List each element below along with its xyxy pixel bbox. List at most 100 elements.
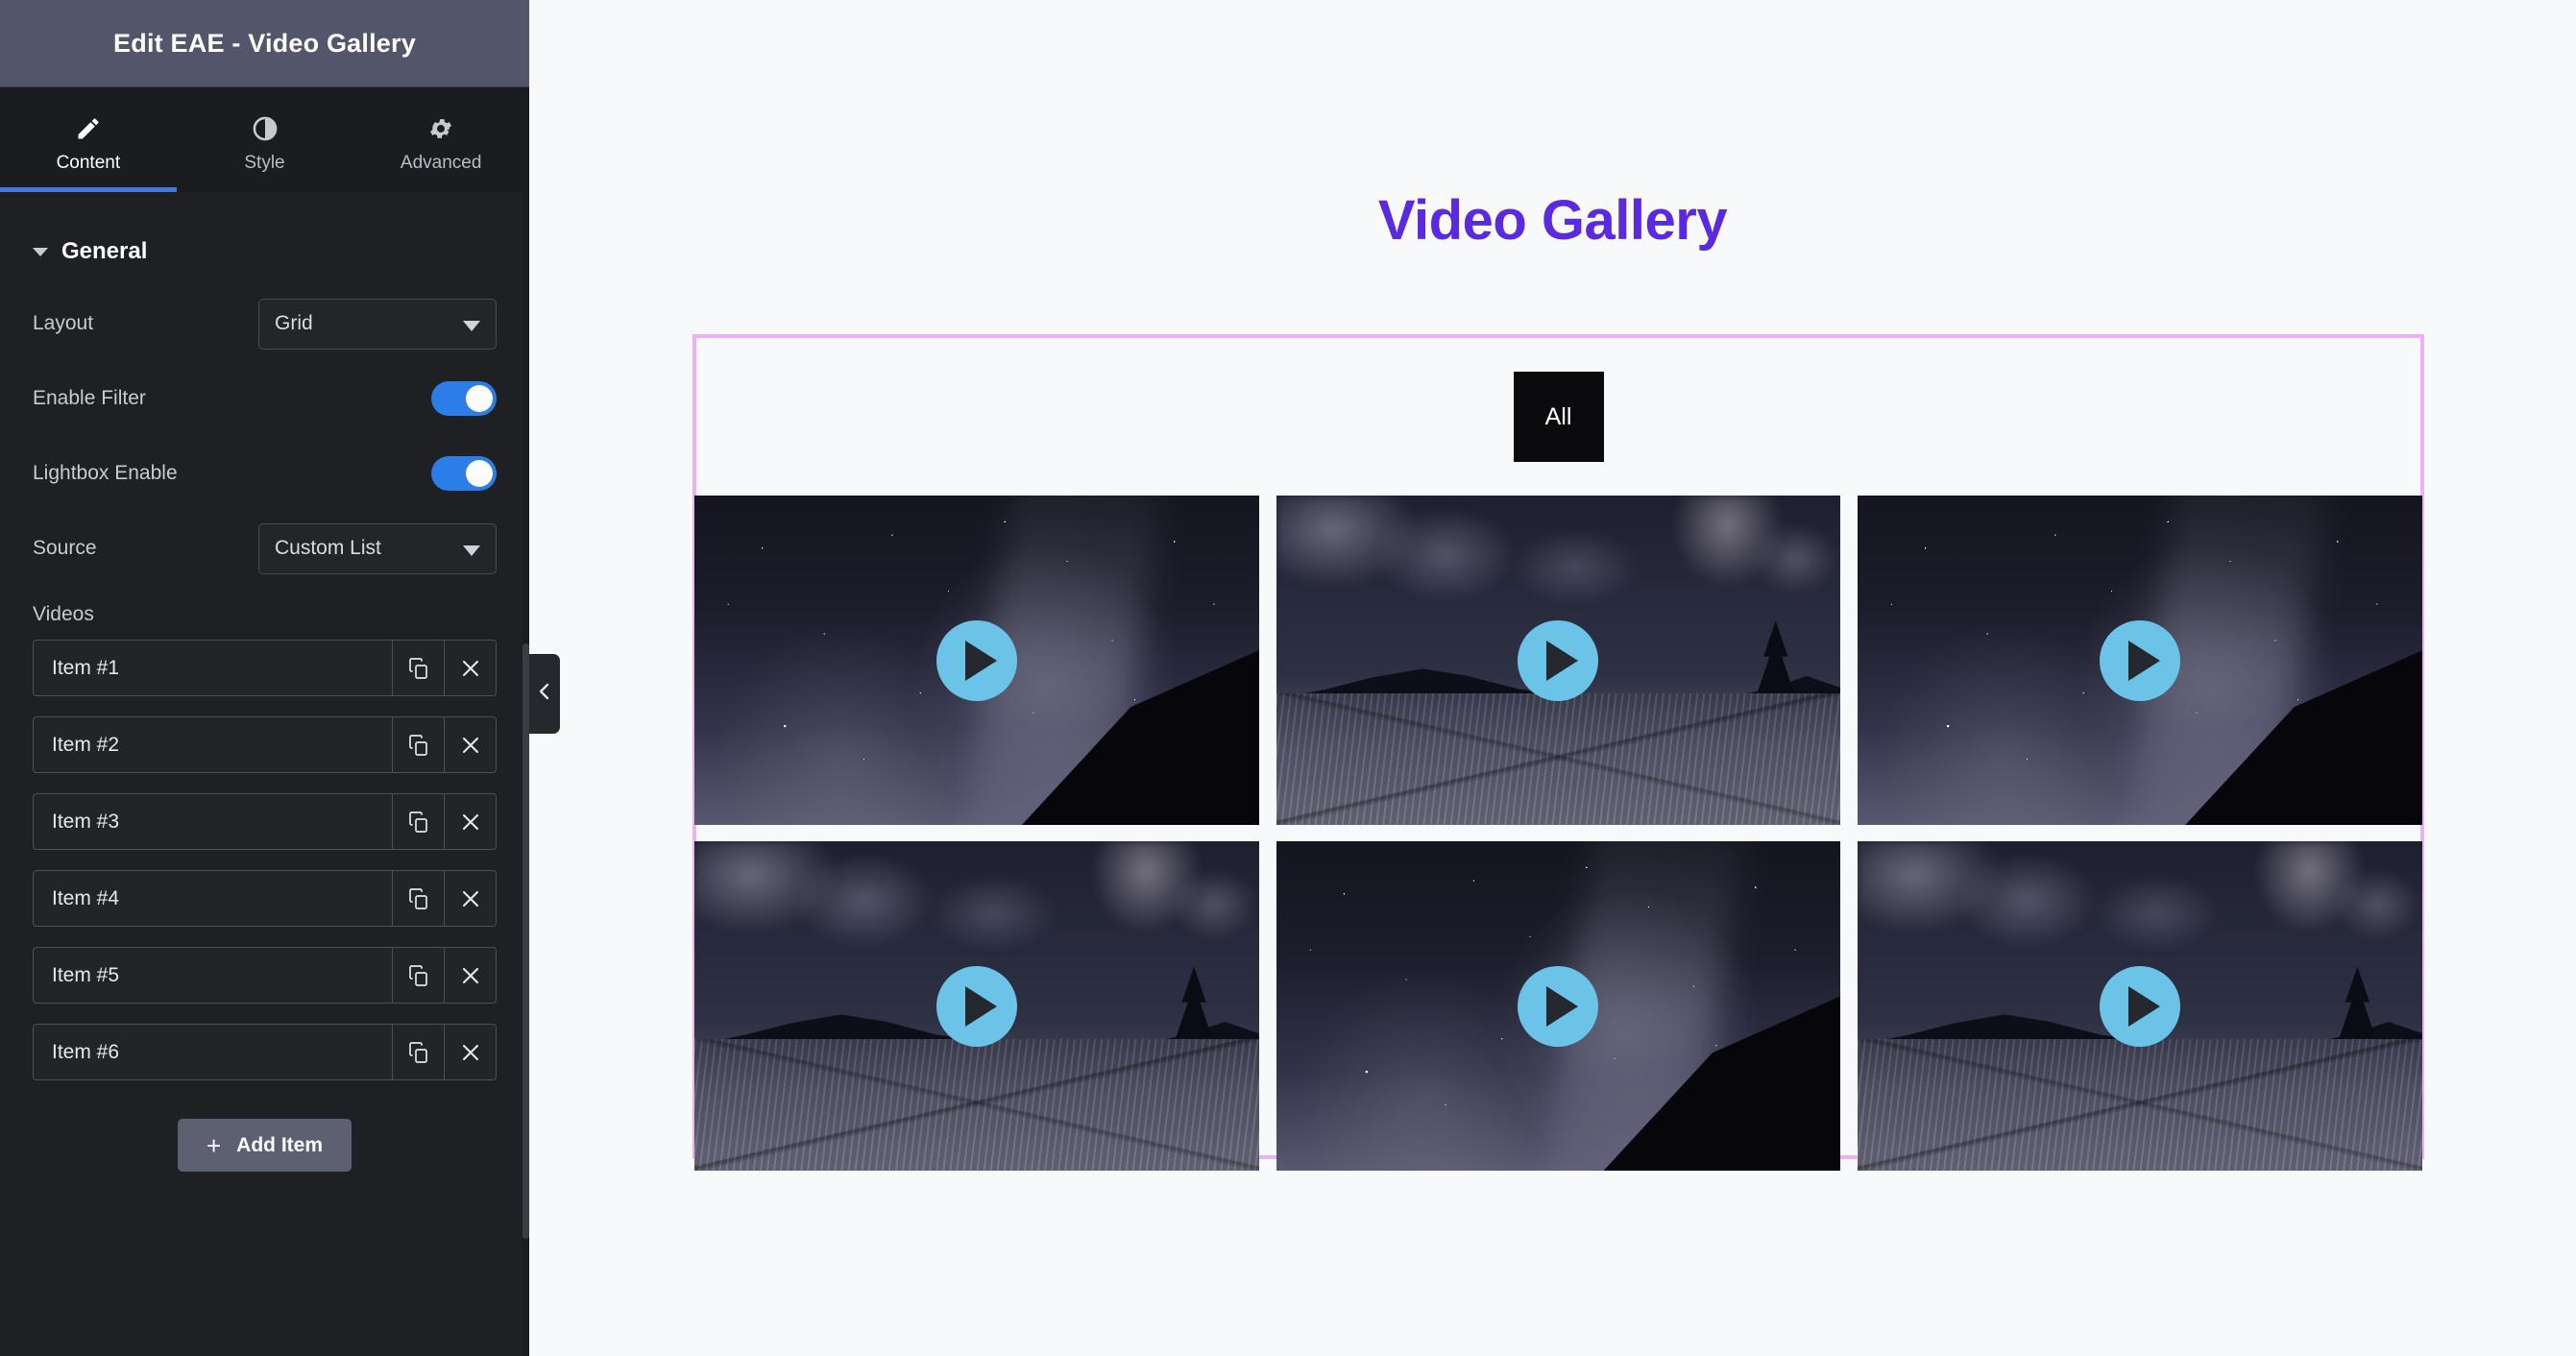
- control-enable-filter: Enable Filter: [33, 361, 497, 436]
- close-icon: [459, 657, 482, 680]
- contrast-icon: [252, 114, 279, 143]
- panel-scrollbar-thumb[interactable]: [522, 643, 529, 1239]
- control-lightbox-enable: Lightbox Enable: [33, 436, 497, 511]
- repeater-item-title[interactable]: Item #3: [34, 794, 392, 849]
- enable-filter-toggle[interactable]: [431, 381, 497, 416]
- close-icon: [459, 887, 482, 910]
- play-icon[interactable]: [936, 619, 1017, 701]
- play-icon[interactable]: [1518, 965, 1599, 1047]
- editor-root: Edit EAE - Video Gallery Content Style A…: [0, 0, 2576, 1356]
- video-card[interactable]: [1276, 496, 1841, 825]
- chevron-down-icon: [463, 321, 480, 331]
- copy-icon: [407, 734, 430, 757]
- add-item-label: Add Item: [236, 1133, 324, 1156]
- add-item-button[interactable]: + Add Item: [177, 1119, 352, 1172]
- duplicate-item-button[interactable]: [392, 948, 444, 1003]
- control-lightbox-enable-label: Lightbox Enable: [33, 462, 178, 484]
- layout-select[interactable]: Grid: [258, 298, 497, 350]
- control-layout: Layout Grid: [33, 286, 497, 361]
- source-select[interactable]: Custom List: [258, 522, 497, 574]
- play-icon[interactable]: [2100, 965, 2181, 1047]
- repeater-label: Videos: [33, 603, 94, 625]
- tab-content-label: Content: [56, 152, 121, 173]
- widget-selection-outline[interactable]: All: [693, 334, 2424, 1171]
- repeater-item[interactable]: Item #2: [33, 716, 497, 773]
- repeater-item-title[interactable]: Item #1: [34, 641, 392, 695]
- section-general[interactable]: General: [33, 192, 497, 265]
- duplicate-item-button[interactable]: [392, 641, 444, 695]
- panel-collapse-handle[interactable]: [529, 654, 560, 734]
- copy-icon: [407, 887, 430, 910]
- add-item-wrap: + Add Item: [33, 1101, 497, 1172]
- pencil-icon: [75, 114, 102, 143]
- toggle-knob: [466, 385, 493, 412]
- play-icon[interactable]: [2100, 619, 2181, 701]
- chevron-down-icon: [463, 545, 480, 556]
- play-icon[interactable]: [1518, 619, 1599, 701]
- repeater-item[interactable]: Item #5: [33, 947, 497, 1004]
- duplicate-item-button[interactable]: [392, 794, 444, 849]
- tab-style-label: Style: [244, 152, 285, 173]
- page-title: Video Gallery: [1377, 189, 1728, 252]
- tab-advanced[interactable]: Advanced: [352, 87, 529, 192]
- tab-advanced-label: Advanced: [400, 152, 482, 173]
- duplicate-item-button[interactable]: [392, 1025, 444, 1079]
- video-grid: [694, 496, 2422, 1171]
- close-icon: [459, 811, 482, 834]
- remove-item-button[interactable]: [444, 794, 496, 849]
- tab-content[interactable]: Content: [0, 87, 177, 192]
- remove-item-button[interactable]: [444, 717, 496, 772]
- source-select-value: Custom List: [275, 537, 381, 559]
- copy-icon: [407, 964, 430, 987]
- remove-item-button[interactable]: [444, 641, 496, 695]
- panel-title: Edit EAE - Video Gallery: [113, 28, 416, 58]
- repeater-item[interactable]: Item #6: [33, 1024, 497, 1080]
- lightbox-enable-toggle[interactable]: [431, 456, 497, 491]
- control-source-label: Source: [33, 537, 97, 559]
- preview-canvas: Video Gallery All: [529, 0, 2576, 1356]
- control-enable-filter-label: Enable Filter: [33, 387, 146, 409]
- filter-bar: All: [696, 338, 2420, 496]
- tab-style[interactable]: Style: [177, 87, 353, 192]
- panel-scrollbar[interactable]: [522, 192, 529, 1356]
- section-general-title: General: [61, 238, 148, 264]
- control-layout-label: Layout: [33, 312, 94, 334]
- repeater-item[interactable]: Item #4: [33, 870, 497, 927]
- plus-icon: +: [206, 1130, 222, 1160]
- close-icon: [459, 964, 482, 987]
- video-card[interactable]: [1858, 841, 2422, 1171]
- repeater-item-title[interactable]: Item #5: [34, 948, 392, 1003]
- repeater-item-title[interactable]: Item #4: [34, 871, 392, 926]
- repeater-item-title[interactable]: Item #6: [34, 1025, 392, 1079]
- duplicate-item-button[interactable]: [392, 871, 444, 926]
- editor-panel: Edit EAE - Video Gallery Content Style A…: [0, 0, 529, 1356]
- gear-icon: [427, 114, 454, 143]
- close-icon: [459, 734, 482, 757]
- remove-item-button[interactable]: [444, 871, 496, 926]
- repeater-item-title[interactable]: Item #2: [34, 717, 392, 772]
- chevron-down-icon: [33, 247, 48, 256]
- panel-body: General Layout Grid Enable Filter Lightb…: [0, 192, 529, 1356]
- chevron-left-icon: [537, 681, 552, 707]
- filter-button-all-label: All: [1544, 402, 1572, 430]
- toggle-knob: [466, 460, 493, 487]
- panel-tabs: Content Style Advanced: [0, 87, 529, 192]
- close-icon: [459, 1041, 482, 1064]
- filter-button-all[interactable]: All: [1513, 372, 1604, 462]
- video-card[interactable]: [694, 496, 1259, 825]
- copy-icon: [407, 811, 430, 834]
- videos-repeater: Item #1 Item #2 Item #3 Item #4 Item #5 Item …: [33, 640, 497, 1080]
- video-card[interactable]: [1858, 496, 2422, 825]
- play-icon[interactable]: [936, 965, 1017, 1047]
- video-card[interactable]: [1276, 841, 1841, 1171]
- duplicate-item-button[interactable]: [392, 717, 444, 772]
- remove-item-button[interactable]: [444, 1025, 496, 1079]
- repeater-item[interactable]: Item #3: [33, 793, 497, 850]
- repeater-item[interactable]: Item #1: [33, 640, 497, 696]
- remove-item-button[interactable]: [444, 948, 496, 1003]
- video-card[interactable]: [694, 841, 1259, 1171]
- control-source: Source Custom List: [33, 511, 497, 586]
- panel-titlebar: Edit EAE - Video Gallery: [0, 0, 529, 87]
- layout-select-value: Grid: [275, 312, 313, 334]
- copy-icon: [407, 657, 430, 680]
